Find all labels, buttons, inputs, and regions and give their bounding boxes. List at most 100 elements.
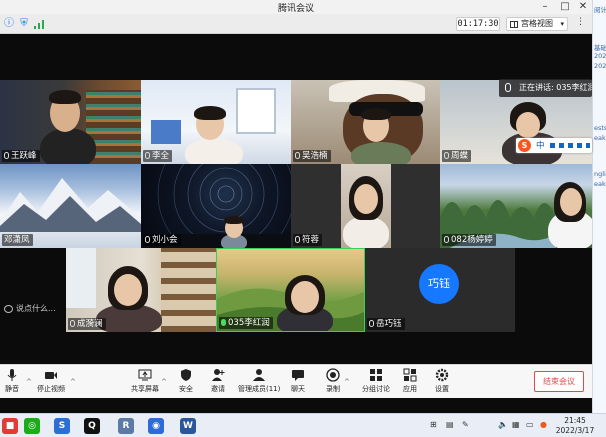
video-tile-participant[interactable]: 邓潇凤 — [0, 164, 141, 248]
avatar: 巧钰 — [419, 264, 459, 304]
record-button[interactable]: 录制 — [324, 368, 342, 398]
participant-name-tag: 035李红润 — [219, 317, 273, 329]
video-tile-active-speaker[interactable]: 035李红润 — [216, 248, 365, 332]
stop-video-button[interactable]: 停止视频 — [34, 368, 68, 398]
apps-icon — [403, 368, 417, 382]
window-background — [236, 88, 276, 134]
minimize-icon[interactable]: – — [536, 0, 554, 14]
printer-icon[interactable]: ▤ — [446, 420, 454, 429]
microphone-icon — [505, 83, 511, 92]
bg-text: 阅计 — [594, 6, 606, 14]
chevron-up-icon[interactable]: ^ — [344, 378, 350, 386]
participant-face — [516, 112, 540, 138]
tray-icon[interactable]: ⊞ — [430, 420, 437, 429]
wechat-icon[interactable]: ◎ — [24, 418, 40, 434]
participant-head — [560, 188, 582, 216]
participant-body — [185, 138, 243, 164]
battery-icon[interactable]: ▭ — [526, 420, 534, 429]
camera-icon — [45, 372, 57, 379]
chat-icon — [292, 370, 304, 381]
grid-view-icon — [510, 21, 518, 28]
bg-text: ngli — [594, 170, 606, 178]
mic-icon — [295, 236, 300, 243]
participant-name-tag: 周蝶 — [442, 150, 472, 162]
mic-icon — [4, 152, 9, 159]
system-clock[interactable]: 21:45 2022/3/17 — [552, 416, 598, 436]
chevron-up-icon[interactable]: ^ — [70, 378, 76, 386]
participant-name-tag: 成漪澜 — [68, 318, 106, 330]
shield-icon[interactable]: ⛨ — [18, 18, 30, 30]
signal-icon[interactable] — [33, 18, 45, 30]
video-tile-participant[interactable]: 符蓉 — [291, 164, 440, 248]
bg-text: eak — [594, 134, 606, 142]
participant-body — [343, 216, 389, 248]
share-screen-icon — [138, 369, 152, 381]
apps-button[interactable]: 应用 — [402, 368, 418, 398]
background-window-strip: 阅计 基础 202 202 ests eak ngli eak — [592, 0, 606, 413]
participant-name-tag: 符蓉 — [293, 234, 323, 246]
info-icon[interactable]: ⓘ — [3, 18, 15, 30]
windows-taskbar: ■ ◎ S Q R ◉ W ⊞ ▤ ✎ 🔈 ▦ ▭ ● 21:45 2022/3… — [0, 413, 606, 437]
participant-body — [351, 142, 411, 164]
breakout-rooms-icon — [370, 369, 382, 381]
gear-icon — [435, 368, 449, 382]
manage-members-button[interactable]: 管理成员(11) — [238, 368, 280, 398]
r-icon[interactable]: R — [118, 418, 134, 434]
meeting-toolbar: 静音 ^ 停止视频 ^ 共享屏幕 ^ 安全 邀请 管理成员(11) 聊天 录制 … — [0, 364, 592, 398]
volume-icon[interactable]: 🔈 — [498, 420, 508, 429]
more-icon[interactable]: ⋮ — [576, 17, 585, 27]
participant-head — [354, 184, 378, 214]
video-tile-participant[interactable]: 成漪澜 — [66, 248, 216, 332]
bg-text: ests — [594, 124, 606, 132]
shelf-background — [161, 248, 216, 332]
invite-button[interactable]: 邀请 — [208, 368, 228, 398]
mute-button[interactable]: 静音 — [2, 368, 22, 398]
members-icon — [253, 369, 265, 381]
bg-text: 202 — [594, 52, 606, 60]
window-background — [66, 248, 96, 308]
end-meeting-button[interactable]: 结束会议 — [534, 371, 584, 392]
mic-icon — [145, 152, 150, 159]
ime-toolbar[interactable]: S 中 — [516, 138, 592, 153]
app-icon[interactable]: ■ — [2, 418, 18, 434]
mic-icon — [444, 236, 449, 243]
view-mode-button[interactable]: 宫格视图 ▾ — [506, 17, 568, 31]
participant-head — [114, 274, 142, 306]
maximize-icon[interactable]: □ — [556, 0, 574, 14]
chat-button[interactable]: 聊天 — [290, 368, 306, 398]
video-tile-participant[interactable]: 吴浩楠 — [291, 80, 440, 164]
participant-hair — [224, 216, 244, 224]
ime-tools-icon — [550, 143, 590, 148]
video-tile-participant[interactable]: 王跃峰 — [0, 80, 141, 164]
breakout-button[interactable]: 分组讨论 — [360, 368, 392, 398]
mic-icon — [145, 236, 150, 243]
participant-name-tag: 刘小会 — [143, 234, 181, 246]
title-bar: 腾讯会议 – □ ✕ — [0, 0, 592, 14]
chevron-up-icon[interactable]: ^ — [161, 378, 167, 386]
share-screen-button[interactable]: 共享屏幕 — [130, 368, 160, 398]
mic-active-icon — [221, 319, 226, 326]
chevron-up-icon[interactable]: ^ — [26, 378, 32, 386]
browser-icon[interactable]: S — [54, 418, 70, 434]
video-tile-participant[interactable]: 李全 — [141, 80, 291, 164]
settings-button[interactable]: 设置 — [434, 368, 450, 398]
participant-hair — [49, 90, 81, 104]
network-icon[interactable]: ▦ — [512, 420, 520, 429]
view-mode-label: 宫格视图 — [521, 19, 553, 28]
word-icon[interactable]: W — [180, 418, 196, 434]
chat-input[interactable]: 说点什么... — [2, 300, 64, 318]
video-tile-participant[interactable]: 刘小会 — [141, 164, 291, 248]
close-icon[interactable]: ✕ — [574, 0, 592, 14]
ime-tray-icon[interactable]: ● — [540, 420, 547, 429]
sogou-logo-icon: S — [518, 139, 531, 152]
wrench-icon[interactable]: ✎ — [462, 420, 469, 429]
meeting-app-icon[interactable]: ◉ — [148, 418, 164, 434]
meeting-timer: 01:17:30 — [456, 17, 500, 31]
security-button[interactable]: 安全 — [176, 368, 196, 398]
participant-name-tag: 李全 — [143, 150, 173, 162]
shield-icon — [181, 369, 191, 381]
participant-name-tag: 082杨婷婷 — [442, 234, 496, 246]
qq-icon[interactable]: Q — [84, 418, 100, 434]
mountain-background — [0, 178, 141, 232]
video-tile-participant[interactable]: 082杨婷婷 — [440, 164, 592, 248]
